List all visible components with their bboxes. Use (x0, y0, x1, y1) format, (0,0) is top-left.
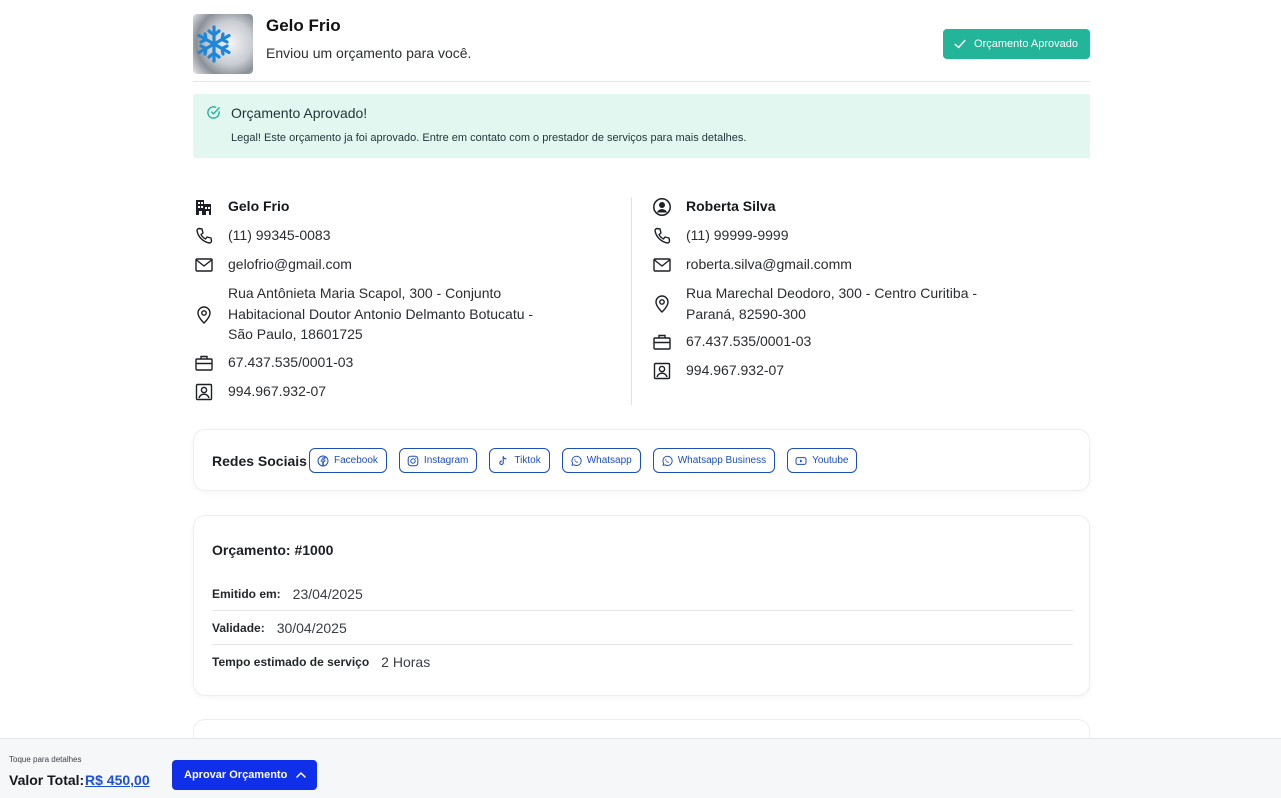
client-phone-row: (11) 99999-9999 (651, 225, 788, 247)
youtube-link[interactable]: Youtube (787, 448, 858, 473)
header-subtitle: Enviou um orçamento para você. (266, 45, 472, 61)
company-logo (193, 14, 253, 74)
validity-value: 30/04/2025 (276, 619, 347, 636)
social-label: Tiktok (514, 455, 541, 466)
snowflake-icon (197, 25, 231, 63)
bottom-bar[interactable]: Toque para detalhes Valor Total: R$ 450,… (0, 738, 1281, 798)
client-address-line: Rua Marechal Deodoro, 300 - Centro Curit… (686, 285, 978, 301)
facebook-icon (317, 455, 329, 466)
client-name-row: Roberta Silva (651, 196, 775, 218)
provider-email-row: gelofrio@gmail.com (193, 254, 352, 276)
total-value[interactable]: R$ 450,00 (85, 772, 150, 788)
client-cnpj-row: 67.437.535/0001-03 (651, 331, 811, 353)
building-icon (193, 196, 215, 218)
instagram-icon (407, 455, 419, 466)
approved-status-button[interactable]: Orçamento Aprovado (943, 29, 1090, 59)
alert-text: Legal! Este orçamento ja foi aprovado. E… (231, 132, 747, 144)
whatsapp-icon (662, 455, 673, 466)
client-email-row: roberta.silva@gmail.comm (651, 254, 852, 276)
check-circle-icon (207, 106, 220, 119)
client-address: Rua Marechal Deodoro, 300 - Centro Curit… (686, 283, 977, 324)
budget-title: Orçamento: #1000 (212, 542, 334, 558)
phone-icon (651, 225, 673, 247)
user-circle-icon (651, 196, 673, 218)
client-cpf: 994.967.932-07 (686, 362, 785, 378)
client-cnpj: 67.437.535/0001-03 (686, 333, 812, 349)
company-name: Gelo Frio (266, 16, 341, 35)
column-divider (631, 197, 632, 405)
page-container: Gelo Frio Enviou um orçamento para você.… (193, 0, 1090, 759)
id-card-icon (651, 360, 673, 382)
provider-address: Rua Antônieta Maria Scapol, 300 - Conjun… (228, 283, 533, 345)
instagram-link[interactable]: Instagram (398, 448, 478, 473)
briefcase-icon (651, 331, 673, 353)
client-phone[interactable]: (11) 99999-9999 (686, 225, 788, 246)
client-email[interactable]: roberta.silva@gmail.comm (686, 254, 852, 275)
provider-cpf-row: 994.967.932-07 (193, 381, 326, 403)
location-pin-icon (193, 304, 215, 326)
alert-title: Orçamento Aprovado! (231, 105, 368, 121)
social-title: Redes Sociais (212, 453, 307, 469)
provider-cnpj-row: 67.437.535/0001-03 (193, 352, 353, 374)
social-label: Whatsapp Business (677, 455, 767, 466)
provider-cnpj: 67.437.535/0001-03 (228, 354, 354, 370)
issued-value: 23/04/2025 (292, 585, 363, 602)
provider-address-line: São Paulo, 18601725 (228, 326, 363, 342)
duration-label: Tempo estimado de serviço (212, 655, 370, 669)
client-address-row: Rua Marechal Deodoro, 300 - Centro Curit… (651, 283, 977, 324)
issued-label: Emitido em: (212, 586, 281, 601)
validity-label: Validade: (212, 620, 265, 635)
whatsapp-icon (571, 455, 582, 466)
client-cpf-row: 994.967.932-07 (651, 360, 784, 382)
whatsapp-link[interactable]: Whatsapp (561, 448, 641, 473)
status-label: Orçamento Aprovado (974, 38, 1078, 50)
provider-name-row: Gelo Frio (193, 196, 289, 218)
social-label: Whatsapp (586, 455, 632, 466)
validity-row: Validade: 30/04/2025 (212, 611, 1073, 645)
provider-phone-row: (11) 99345-0083 (193, 225, 330, 247)
chevron-up-icon (296, 772, 307, 778)
tiktok-link[interactable]: Tiktok (489, 448, 550, 473)
tiktok-icon (499, 455, 507, 465)
social-label: Instagram (423, 455, 469, 466)
social-links: Facebook Instagram Tiktok Whatsapp Whats… (309, 448, 858, 473)
client-address-line: Paraná, 82590-300 (686, 305, 806, 322)
header: Gelo Frio Enviou um orçamento para você.… (193, 0, 1090, 82)
provider-cpf: 994.967.932-07 (228, 383, 327, 399)
phone-icon (193, 225, 215, 247)
social-label: Youtube (812, 455, 849, 466)
provider-name: Gelo Frio (228, 198, 290, 214)
mail-icon (193, 254, 215, 276)
provider-phone[interactable]: (11) 99345-0083 (228, 225, 330, 246)
check-icon (954, 39, 966, 49)
approved-alert: Orçamento Aprovado! Legal! Este orçament… (193, 94, 1090, 158)
client-name: Roberta Silva (686, 198, 776, 214)
location-pin-icon (651, 293, 673, 315)
provider-address-row: Rua Antônieta Maria Scapol, 300 - Conjun… (193, 283, 533, 345)
youtube-icon (795, 456, 807, 465)
briefcase-icon (193, 352, 215, 374)
whatsapp-business-link[interactable]: Whatsapp Business (652, 448, 776, 473)
provider-email[interactable]: gelofrio@gmail.com (228, 254, 352, 275)
provider-address-line: Habitacional Doutor Antonio Delmanto Bot… (228, 305, 534, 322)
duration-row: Tempo estimado de serviço 2 Horas (212, 645, 1073, 679)
id-card-icon (193, 381, 215, 403)
issued-row: Emitido em: 23/04/2025 (212, 577, 1073, 611)
facebook-link[interactable]: Facebook (309, 448, 387, 473)
budget-card: Orçamento: #1000 Emitido em: 23/04/2025 … (193, 515, 1090, 696)
approve-budget-button[interactable]: Aprovar Orçamento (172, 760, 318, 790)
total-label: Valor Total: (9, 772, 85, 788)
mail-icon (651, 254, 673, 276)
approve-label: Aprovar Orçamento (184, 769, 288, 781)
social-label: Facebook (334, 455, 378, 466)
provider-address-line: Rua Antônieta Maria Scapol, 300 - Conjun… (228, 285, 502, 301)
tap-hint: Toque para detalhes (9, 755, 82, 764)
social-card: Redes Sociais Facebook Instagram Tiktok … (193, 429, 1090, 491)
duration-value: 2 Horas (381, 654, 431, 670)
